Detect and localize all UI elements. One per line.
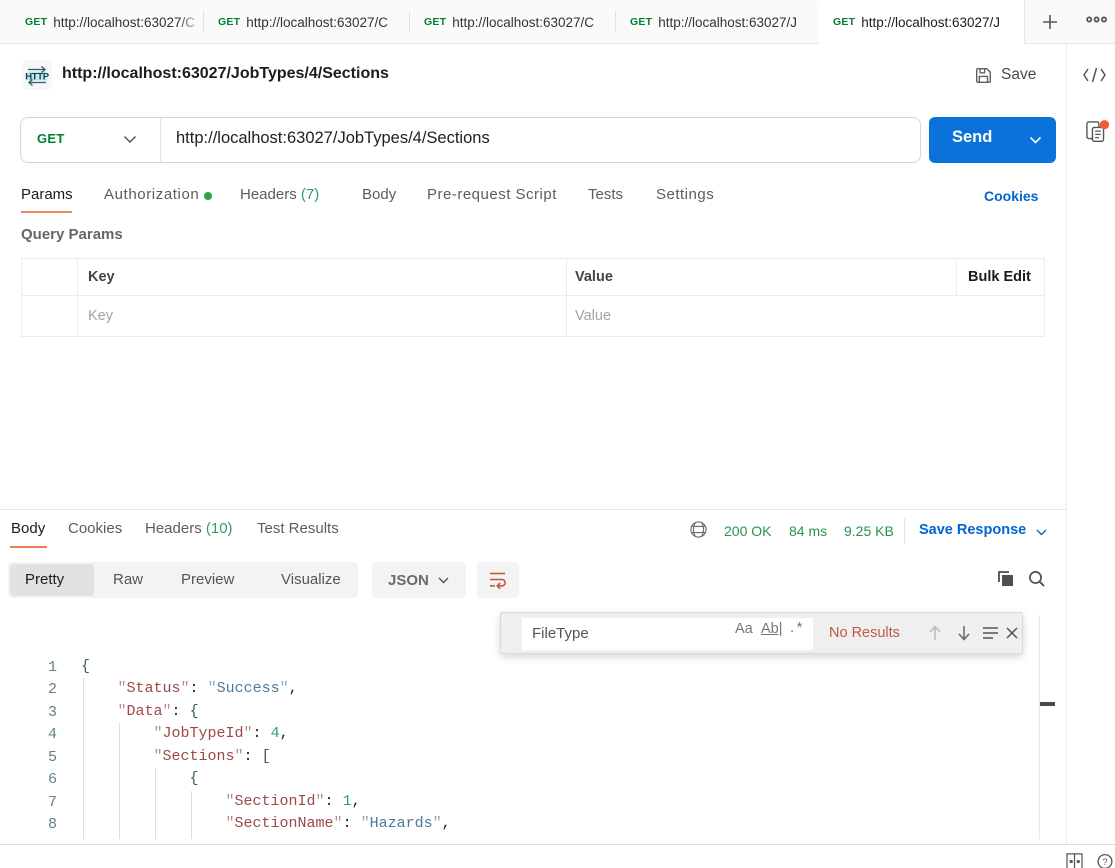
svg-text:HTTP: HTTP [25, 72, 50, 83]
svg-text:?: ? [1102, 856, 1107, 867]
